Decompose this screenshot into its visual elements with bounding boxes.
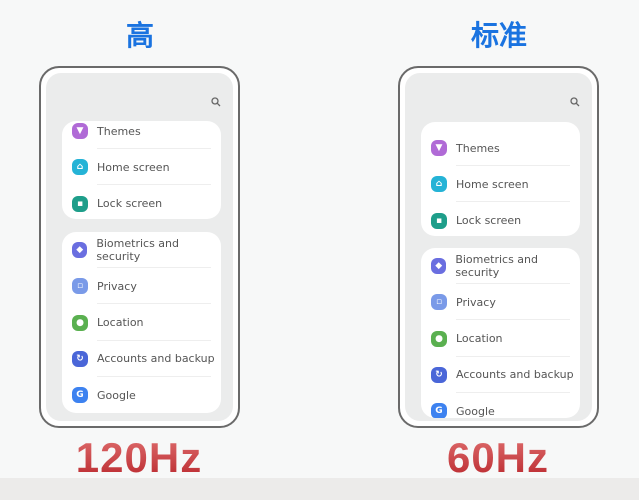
settings-item[interactable]: ▼ Themes bbox=[62, 121, 221, 149]
settings-item[interactable]: ⌂ Home screen bbox=[421, 166, 580, 203]
settings-screen: ▼ Themes ⌂ Home screen ▪ Lock screen ◆ Biometri… bbox=[46, 73, 233, 421]
settings-item-label: Lock screen bbox=[97, 197, 163, 211]
settings-item[interactable]: ↻ Accounts and backup bbox=[421, 357, 580, 393]
panel-heading: 高 bbox=[125, 19, 154, 52]
privacy-icon: ▫ bbox=[431, 294, 447, 311]
refresh-rate-label: 120Hz bbox=[39, 434, 239, 482]
home-icon: ⌂ bbox=[431, 176, 447, 193]
settings-screen: ▼ Themes ⌂ Home screen ▪ Lock screen ◆ Biometri… bbox=[405, 73, 592, 421]
location-icon: ● bbox=[72, 314, 88, 331]
settings-item-label: Home screen bbox=[97, 160, 170, 174]
settings-item-label: Privacy bbox=[97, 279, 137, 293]
settings-item-label: Location bbox=[97, 316, 144, 330]
panel-heading: 标准 bbox=[470, 19, 527, 52]
settings-item[interactable]: ▼ Themes bbox=[421, 130, 580, 166]
settings-card: ◆ Biometrics and security ▫ Privacy ● Locatio… bbox=[62, 232, 221, 413]
settings-card: ▼ Themes ⌂ Home screen ▪ Lock screen bbox=[62, 121, 221, 219]
phone-frame: ▼ Themes ⌂ Home screen ▪ Lock screen ◆ Biometri… bbox=[398, 66, 599, 428]
sync-icon: ↻ bbox=[431, 366, 447, 383]
settings-item[interactable]: G Google bbox=[62, 377, 221, 413]
google-icon: G bbox=[431, 403, 447, 418]
settings-item-label: Accounts and backup bbox=[97, 352, 215, 366]
settings-item-label: Themes bbox=[456, 141, 500, 155]
settings-item[interactable]: ● Location bbox=[421, 321, 580, 357]
search-icon[interactable] bbox=[570, 97, 580, 107]
settings-item-label: Google bbox=[97, 388, 136, 402]
settings-item[interactable]: ⌂ Home screen bbox=[62, 149, 221, 186]
settings-item[interactable]: ● Location bbox=[62, 305, 221, 341]
settings-item[interactable]: ▫ Privacy bbox=[62, 268, 221, 305]
settings-item[interactable]: ◆ Biometrics and security bbox=[62, 232, 221, 268]
lock-icon: ▪ bbox=[72, 195, 88, 212]
privacy-icon: ▫ bbox=[72, 278, 88, 295]
settings-item[interactable]: ▪ Lock screen bbox=[62, 186, 221, 219]
settings-item[interactable]: ◆ Biometrics and security bbox=[421, 248, 580, 284]
settings-item-label: Google bbox=[456, 404, 495, 418]
settings-card: ◆ Biometrics and security ▫ Privacy ● Locatio… bbox=[421, 248, 580, 418]
settings-item[interactable]: ↻ Accounts and backup bbox=[62, 341, 221, 377]
shield-icon: ◆ bbox=[72, 242, 88, 258]
shield-icon: ◆ bbox=[431, 258, 447, 274]
settings-item-label: Home screen bbox=[456, 177, 529, 191]
phone-frame: ▼ Themes ⌂ Home screen ▪ Lock screen ◆ Biometri… bbox=[39, 66, 240, 428]
themes-icon: ▼ bbox=[431, 140, 447, 156]
settings-item[interactable]: G Google bbox=[421, 393, 580, 418]
sync-icon: ↻ bbox=[72, 350, 88, 367]
settings-item[interactable]: ▪ Lock screen bbox=[421, 203, 580, 236]
settings-item-label: Location bbox=[456, 332, 503, 346]
home-icon: ⌂ bbox=[72, 159, 88, 176]
settings-item-label: Biometrics and security bbox=[455, 253, 539, 279]
settings-item-label: Privacy bbox=[456, 295, 496, 309]
settings-item[interactable]: ▫ Privacy bbox=[421, 284, 580, 321]
search-icon[interactable] bbox=[211, 97, 221, 107]
settings-item-label: Biometrics and security bbox=[96, 237, 180, 263]
lock-icon: ▪ bbox=[431, 212, 447, 229]
settings-item-label: Themes bbox=[97, 124, 141, 138]
themes-icon: ▼ bbox=[72, 123, 88, 139]
settings-item-label: Lock screen bbox=[456, 214, 522, 228]
settings-card: ▼ Themes ⌂ Home screen ▪ Lock screen bbox=[421, 122, 580, 236]
google-icon: G bbox=[72, 387, 88, 404]
location-icon: ● bbox=[431, 330, 447, 347]
refresh-rate-label: 60Hz bbox=[398, 434, 598, 482]
settings-item-label: Accounts and backup bbox=[456, 368, 574, 382]
